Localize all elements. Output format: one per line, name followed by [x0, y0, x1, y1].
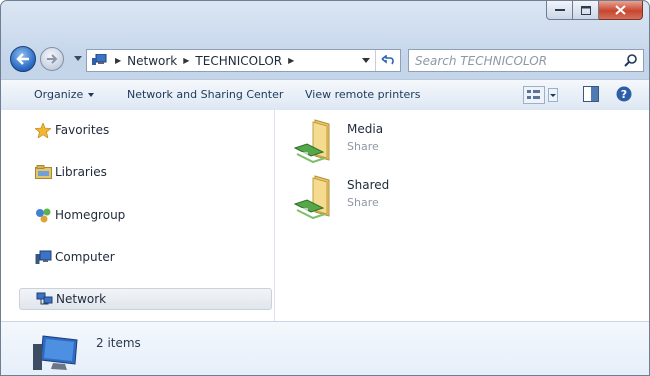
view-icon — [523, 86, 545, 104]
breadcrumb-separator[interactable]: ▶ — [115, 56, 121, 65]
shared-folder-icon — [293, 119, 330, 164]
address-dropdown-arrow[interactable] — [362, 58, 370, 63]
nav-item-label: Computer — [55, 250, 115, 264]
close-button[interactable] — [599, 1, 643, 20]
shared-folder-icon — [293, 175, 330, 220]
back-button[interactable] — [10, 46, 36, 72]
search-placeholder: Search TECHNICOLOR — [415, 53, 548, 68]
navigation-pane: Favorites Libraries Homegroup Computer N… — [1, 110, 275, 321]
help-button[interactable]: ? — [616, 86, 632, 105]
explorer-window: ▶ Network ▶ TECHNICOLOR ▶ Search TECHNIC… — [0, 0, 650, 376]
svg-text:?: ? — [621, 88, 627, 101]
network-icon — [36, 291, 56, 307]
title-bar — [1, 1, 649, 39]
back-arrow-icon — [16, 53, 29, 65]
chevron-down-icon — [548, 88, 558, 102]
preview-pane-icon — [583, 86, 599, 102]
refresh-icon — [381, 55, 394, 65]
network-icon — [91, 54, 109, 68]
computer-icon — [33, 335, 78, 370]
file-item-shared[interactable]: Shared Share — [293, 172, 493, 222]
file-name: Media — [347, 122, 384, 136]
caption-buttons — [546, 1, 643, 20]
search-box[interactable]: Search TECHNICOLOR — [408, 49, 644, 72]
file-type: Share — [347, 196, 379, 209]
view-remote-printers-button[interactable]: View remote printers — [305, 88, 421, 101]
search-icon[interactable] — [624, 53, 638, 67]
network-sharing-center-button[interactable]: Network and Sharing Center — [127, 88, 283, 101]
breadcrumb-separator[interactable]: ▶ — [183, 56, 189, 65]
change-view-button[interactable] — [523, 86, 545, 107]
preview-pane-button[interactable] — [583, 86, 599, 105]
nav-item-label: Libraries — [55, 165, 107, 179]
nav-item-label: Network — [56, 292, 107, 306]
breadcrumb-technicolor[interactable]: TECHNICOLOR — [195, 54, 282, 68]
chevron-down-icon — [88, 93, 95, 97]
breadcrumb-network[interactable]: Network — [127, 54, 177, 68]
minimize-button[interactable] — [546, 1, 573, 20]
view-options-dropdown[interactable] — [548, 88, 558, 105]
recent-pages-dropdown[interactable] — [74, 56, 82, 61]
minimize-icon — [554, 9, 565, 11]
address-row: ▶ Network ▶ TECHNICOLOR ▶ Search TECHNIC… — [1, 43, 649, 77]
command-bar: Organize Network and Sharing Center View… — [1, 79, 649, 111]
forward-button[interactable] — [40, 47, 64, 71]
homegroup-icon — [35, 207, 55, 223]
nav-item-libraries[interactable]: Libraries — [19, 161, 272, 183]
nav-item-label: Favorites — [55, 123, 110, 137]
file-list: Media Share Shared Share — [275, 110, 649, 321]
libraries-icon — [35, 164, 55, 180]
organize-button[interactable]: Organize — [34, 88, 95, 101]
file-type: Share — [347, 140, 379, 153]
nav-item-label: Homegroup — [55, 208, 126, 222]
content-area: Favorites Libraries Homegroup Computer N… — [1, 110, 649, 321]
nav-item-favorites[interactable]: Favorites — [19, 119, 272, 141]
item-count: 2 items — [96, 336, 141, 350]
computer-icon — [35, 249, 55, 265]
help-icon: ? — [616, 86, 632, 102]
forward-arrow-icon — [47, 54, 58, 64]
nav-item-homegroup[interactable]: Homegroup — [19, 204, 272, 226]
file-name: Shared — [347, 178, 390, 192]
details-pane: 2 items — [1, 321, 649, 375]
refresh-button[interactable] — [375, 50, 400, 71]
star-icon — [35, 122, 55, 138]
nav-item-computer[interactable]: Computer — [19, 246, 272, 268]
file-item-media[interactable]: Media Share — [293, 116, 493, 166]
nav-item-network[interactable]: Network — [19, 288, 272, 310]
close-icon — [615, 5, 626, 15]
breadcrumb-separator[interactable]: ▶ — [288, 56, 294, 65]
organize-label: Organize — [34, 88, 84, 101]
maximize-icon — [580, 5, 591, 15]
address-bar[interactable]: ▶ Network ▶ TECHNICOLOR ▶ — [86, 49, 401, 72]
maximize-button[interactable] — [573, 1, 599, 20]
